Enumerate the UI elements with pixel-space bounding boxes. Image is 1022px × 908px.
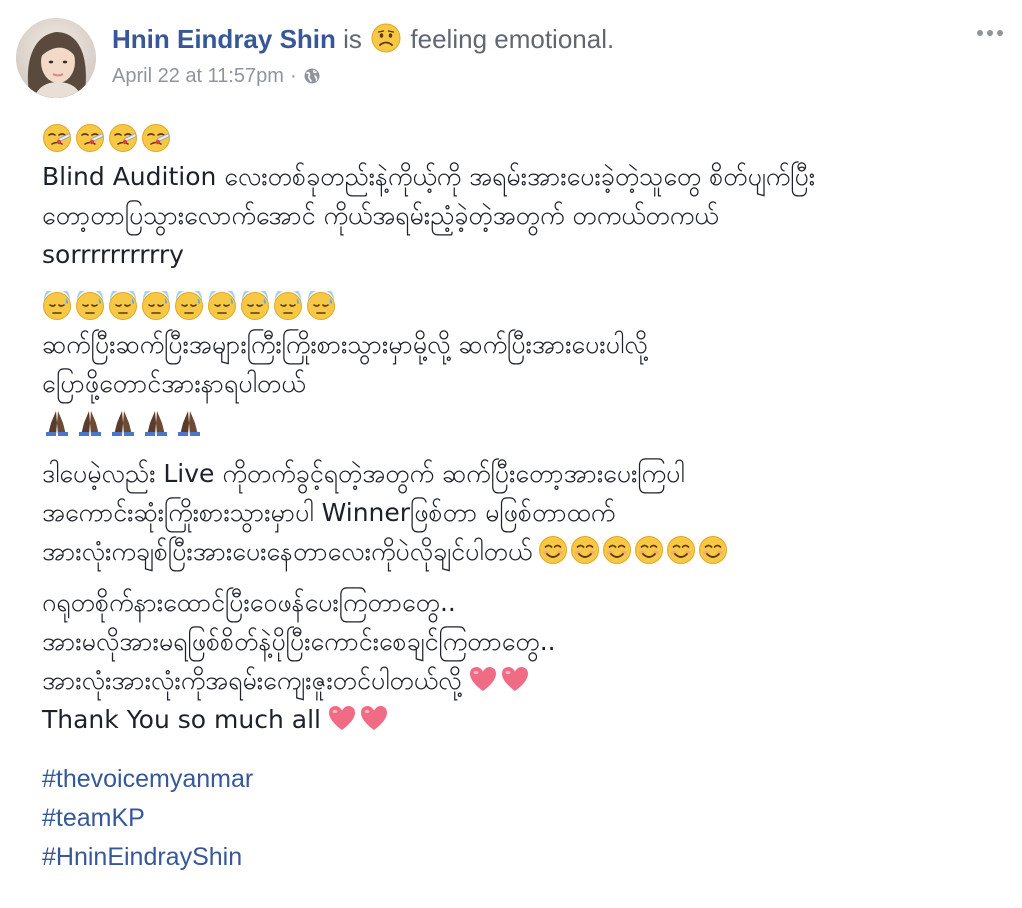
heart-icon	[468, 664, 498, 694]
text-line: Blind Audition လေးတစ်ခုတည်းနဲ့ကိုယ့်ကို …	[42, 162, 816, 191]
post-header: Hnin Eindray Shin is feeling emotional.	[112, 22, 614, 56]
text-line: ပြောဖို့တောင်အားနာရပါတယ်	[42, 369, 306, 398]
emoji-group-smile	[538, 535, 728, 565]
paragraph-2: ဆက်ပြီးဆက်ပြီးအများကြီးကြိုးစားသွားမှာမိ…	[42, 285, 1002, 442]
timestamp-link[interactable]: April 22 at 11:57pm	[112, 65, 284, 87]
text-line: အကောင်းဆုံးကြိုးစားသွားမှာပါ Winnerဖြစ်တ…	[42, 498, 616, 527]
downcast-sweat-face-icon	[108, 285, 138, 321]
folded-hands-icon	[75, 408, 105, 438]
text-line: ဒါပေမဲ့လည်း Live ကိုတက်ခွင့်ရတဲ့အတွက် ဆက…	[42, 459, 685, 488]
emoji-row-sweat	[42, 285, 1002, 325]
face-with-thermometer-icon	[42, 123, 72, 153]
face-with-thermometer-icon	[141, 123, 171, 153]
smiling-face-icon	[634, 535, 664, 565]
folded-hands-icon	[108, 408, 138, 438]
globe-icon[interactable]	[303, 65, 321, 84]
paragraph-3: ဒါပေမဲ့လည်း Live ကိုတက်ခွင့်ရတဲ့အတွက် ဆက…	[42, 454, 1002, 571]
downcast-sweat-face-icon	[174, 285, 204, 321]
post-content: Blind Audition လေးတစ်ခုတည်းနဲ့ကိုယ့်ကို …	[42, 118, 1002, 751]
heart-icon	[500, 664, 530, 694]
downcast-sweat-face-icon	[240, 285, 270, 321]
meta-separator: ·	[289, 65, 297, 87]
emoji-row-folded-hands	[42, 403, 1002, 442]
emoji-group-hearts	[468, 664, 530, 694]
paragraph-4: ဂရုတစိုက်နားထောင်ပြီးဝေဖန်ပေးကြတာတွေ.. အ…	[42, 583, 1002, 739]
text-line: အားမလိုအားမရဖြစ်စိတ်နဲ့ပိုပြီးကောင်းစေချ…	[42, 627, 556, 656]
post-meta: April 22 at 11:57pm ·	[112, 62, 321, 90]
emoji-group-hearts	[327, 703, 389, 733]
hashtag-link[interactable]: #thevoicemyanmar	[42, 760, 253, 799]
hashtag-list: #thevoicemyanmar #teamKP #HninEindrayShi…	[42, 760, 253, 877]
avatar[interactable]	[16, 18, 96, 98]
text-line: အားလုံးအားလုံးကိုအရမ်းကျေးဇူးတင်ပါတယ်လို…	[42, 661, 1002, 700]
smiling-face-icon	[538, 535, 568, 565]
face-with-thermometer-icon	[75, 123, 105, 153]
text-line: sorrrrrrrrrry	[42, 240, 184, 269]
hashtag-link[interactable]: #teamKP	[42, 799, 253, 838]
folded-hands-icon	[141, 408, 171, 438]
sad-face-icon	[371, 23, 401, 53]
heart-icon	[359, 703, 389, 733]
downcast-sweat-face-icon	[306, 285, 336, 321]
heart-icon	[327, 703, 357, 733]
downcast-sweat-face-icon	[141, 285, 171, 321]
text-line: ဆက်ပြီးဆက်ပြီးအများကြီးကြိုးစားသွားမှာမိ…	[42, 330, 648, 359]
folded-hands-icon	[174, 408, 204, 438]
text-line: Thank You so much all	[42, 700, 1002, 739]
more-options-button[interactable]	[972, 20, 1008, 46]
text-line: အားလုံးကချစ်ပြီးအားပေးနေတာလေးကိုပဲလိုချင…	[42, 532, 1002, 571]
feeling-text: feeling emotional.	[410, 24, 615, 54]
is-text: is	[343, 24, 362, 54]
emoji-row-thermometer	[42, 118, 1002, 157]
downcast-sweat-face-icon	[207, 285, 237, 321]
text-line-content: အားလုံးအားလုံးကိုအရမ်းကျေးဇူးတင်ပါတယ်လို…	[42, 666, 462, 695]
more-options-icon	[977, 30, 1003, 36]
downcast-sweat-face-icon	[273, 285, 303, 321]
author-name-link[interactable]: Hnin Eindray Shin	[112, 24, 336, 54]
folded-hands-icon	[42, 408, 72, 438]
text-line: ဂရုတစိုက်နားထောင်ပြီးဝေဖန်ပေးကြတာတွေ..	[42, 588, 456, 617]
text-line: တော့တာပြသွားလောက်အောင် ကိုယ်အရမ်းညံ့ခဲ့တ…	[42, 201, 719, 230]
text-line-content: Thank You so much all	[42, 705, 321, 734]
downcast-sweat-face-icon	[42, 285, 72, 321]
facebook-post: Hnin Eindray Shin is feeling emotional. …	[0, 0, 1022, 908]
paragraph-1: Blind Audition လေးတစ်ခုတည်းနဲ့ကိုယ့်ကို …	[42, 118, 1002, 274]
smiling-face-icon	[666, 535, 696, 565]
smiling-face-icon	[570, 535, 600, 565]
smiling-face-icon	[698, 535, 728, 565]
text-line-content: အားလုံးကချစ်ပြီးအားပေးနေတာလေးကိုပဲလိုချင…	[42, 537, 533, 566]
face-with-thermometer-icon	[108, 123, 138, 153]
downcast-sweat-face-icon	[75, 285, 105, 321]
hashtag-link[interactable]: #HninEindrayShin	[42, 838, 253, 877]
smiling-face-icon	[602, 535, 632, 565]
